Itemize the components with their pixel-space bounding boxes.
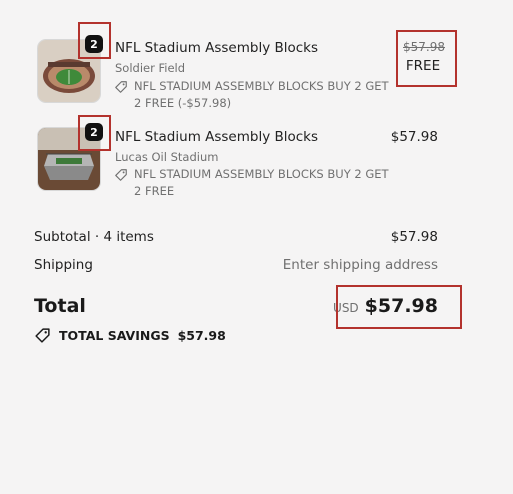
product-name[interactable]: NFL Stadium Assembly Blocks bbox=[115, 40, 318, 56]
product-variant: Lucas Oil Stadium bbox=[115, 150, 219, 164]
quantity-highlight bbox=[78, 115, 111, 151]
subtotal-value: $57.98 bbox=[390, 229, 438, 245]
total-label: Total bbox=[34, 295, 86, 317]
savings-amount: $57.98 bbox=[177, 328, 226, 343]
discount-note: NFL STADIUM ASSEMBLY BLOCKS BUY 2 GET 2 … bbox=[115, 166, 396, 200]
total-savings: TOTAL SAVINGS $57.98 bbox=[34, 327, 226, 344]
price-highlight bbox=[396, 30, 457, 87]
tag-icon bbox=[35, 328, 50, 343]
discount-text: NFL STADIUM ASSEMBLY BLOCKS BUY 2 GET 2 … bbox=[134, 167, 389, 198]
product-variant: Soldier Field bbox=[115, 61, 186, 75]
tag-icon bbox=[115, 81, 127, 93]
savings-label: TOTAL SAVINGS bbox=[59, 328, 170, 343]
discount-text: NFL STADIUM ASSEMBLY BLOCKS BUY 2 GET 2 … bbox=[134, 79, 389, 110]
shipping-label: Shipping bbox=[34, 257, 93, 273]
total-highlight bbox=[336, 285, 462, 329]
final-price: $57.98 bbox=[390, 129, 438, 145]
subtotal-label: Subtotal · 4 items bbox=[34, 229, 154, 245]
shipping-value: Enter shipping address bbox=[282, 257, 438, 273]
product-name[interactable]: NFL Stadium Assembly Blocks bbox=[115, 129, 318, 145]
tag-icon bbox=[115, 169, 127, 181]
quantity-highlight bbox=[78, 22, 111, 59]
discount-note: NFL STADIUM ASSEMBLY BLOCKS BUY 2 GET 2 … bbox=[115, 78, 396, 112]
